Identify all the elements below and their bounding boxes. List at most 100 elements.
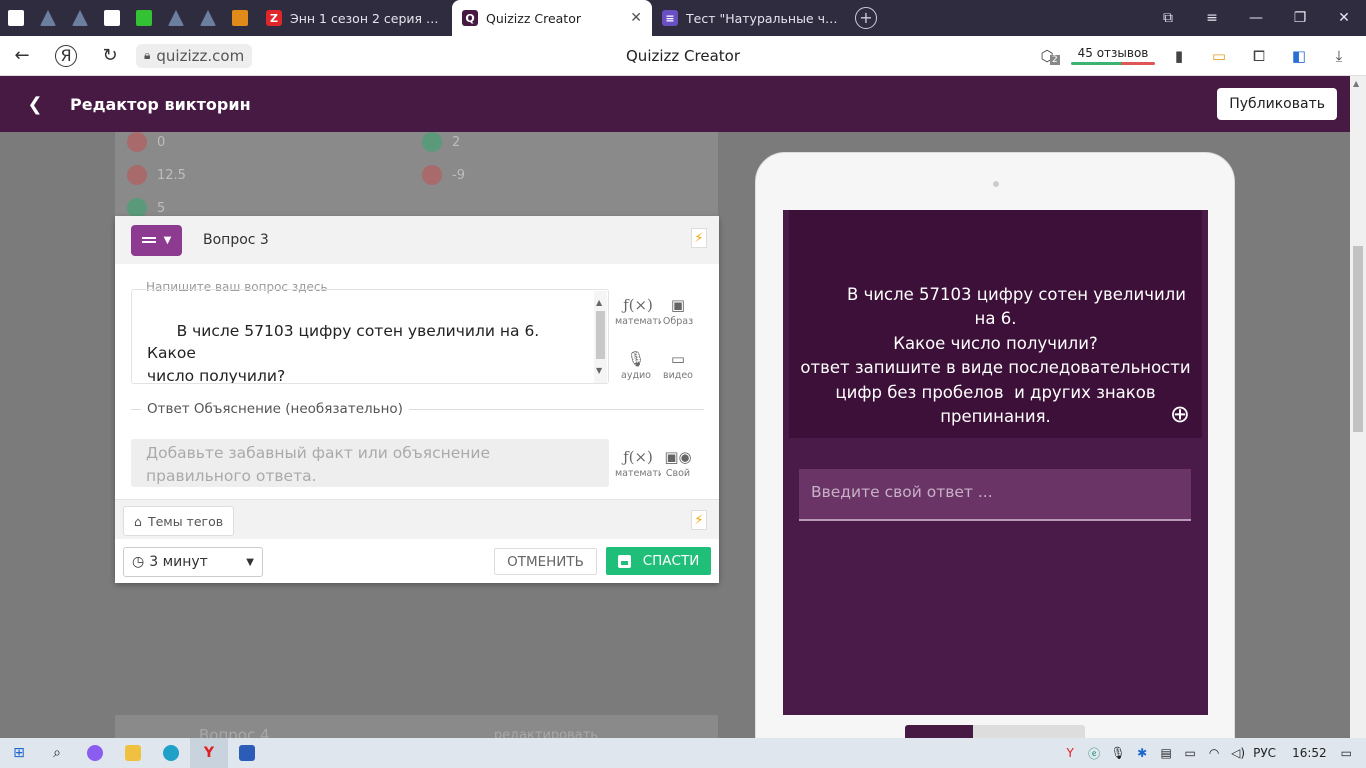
- scroll-up-icon[interactable]: ▲: [1353, 79, 1359, 88]
- edge-icon[interactable]: [152, 738, 190, 768]
- pinned-tab[interactable]: [160, 0, 192, 36]
- wifi-icon[interactable]: ◠: [1205, 746, 1223, 760]
- wrong-dot-icon: [127, 165, 147, 185]
- restore-icon[interactable]: ❐: [1278, 0, 1322, 36]
- close-window-icon[interactable]: ✕: [1322, 0, 1366, 36]
- alice-icon[interactable]: [76, 738, 114, 768]
- tool-label: видео: [663, 370, 693, 381]
- preview-toggle[interactable]: [905, 725, 1085, 738]
- tool-label: Свой: [665, 468, 691, 479]
- answer-option-text: 2: [452, 134, 461, 150]
- tab-test[interactable]: ≡ Тест "Натуральные числа: [652, 0, 848, 36]
- download-icon[interactable]: ⤓: [1322, 47, 1356, 65]
- question-input[interactable]: В числе 57103 цифру сотен увеличили на 6…: [131, 289, 609, 384]
- pinned-tab[interactable]: [128, 0, 160, 36]
- tab-quizizz[interactable]: Q Quizizz Creator ✕: [452, 0, 652, 36]
- bluetooth-icon[interactable]: ✱: [1133, 746, 1151, 760]
- camera-dot: [993, 181, 999, 187]
- question-number: Вопрос 3: [203, 232, 269, 248]
- quizizz-icon: Q: [462, 10, 478, 26]
- pinned-tab[interactable]: [192, 0, 224, 36]
- address-bar: ← Я ↻ 🔒︎ quizizz.com Quizizz Creator ⬡ 2 …: [0, 36, 1366, 76]
- cancel-button[interactable]: ОТМЕНИТЬ: [494, 548, 597, 575]
- page-scrollbar[interactable]: ▲: [1350, 76, 1366, 738]
- bookmark-icon[interactable]: ▮: [1162, 47, 1196, 65]
- minimize-icon[interactable]: —: [1234, 0, 1278, 36]
- battery-icon[interactable]: ▭: [1202, 47, 1236, 65]
- publish-button[interactable]: Публиковать: [1217, 88, 1337, 120]
- page-icon: [104, 10, 120, 26]
- tags-button[interactable]: ⌂ Темы тегов: [123, 506, 235, 536]
- puzzle-icon: [136, 10, 152, 26]
- url-field[interactable]: 🔒︎ quizizz.com: [136, 43, 253, 68]
- explanation-media-button[interactable]: ▣◉ Свой: [655, 446, 701, 479]
- pinned-tab[interactable]: [224, 0, 256, 36]
- edit-link: редактировать: [493, 727, 598, 739]
- tab-anne[interactable]: Z Энн 1 сезон 2 серия смотр: [256, 0, 452, 36]
- language-indicator[interactable]: РУС: [1253, 746, 1276, 760]
- search-icon[interactable]: ⌕: [38, 738, 76, 768]
- timer-value: 3 минут: [149, 554, 208, 570]
- scroll-thumb[interactable]: [596, 311, 605, 359]
- reload-icon[interactable]: ↻: [88, 45, 132, 66]
- video-tool-button[interactable]: ▭ видео: [655, 348, 701, 381]
- image-tool-button[interactable]: ▣ Образ: [655, 294, 701, 327]
- windows-start-icon[interactable]: ⊞: [0, 738, 38, 768]
- image-audio-icon: ▣◉: [664, 448, 692, 466]
- preview-question: В числе 57103 цифру сотен увеличили на 6…: [789, 210, 1202, 438]
- save-button[interactable]: СПАСТИ: [606, 547, 711, 575]
- extension-icon[interactable]: ◧: [1282, 47, 1316, 65]
- collections-icon[interactable]: ⧠: [1242, 47, 1276, 65]
- protect-icon[interactable]: ⬡ 2: [1030, 47, 1064, 65]
- explorer-icon[interactable]: [114, 738, 152, 768]
- yandex-icon[interactable]: Я: [55, 44, 77, 67]
- chevron-left-icon[interactable]: ❮: [0, 94, 70, 115]
- tags-label: Темы тегов: [147, 513, 224, 529]
- volume-icon[interactable]: ◁): [1229, 746, 1247, 760]
- notifications-icon[interactable]: ▭: [1341, 746, 1352, 760]
- notes-icon[interactable]: ▤: [1157, 746, 1175, 760]
- pinned-tab[interactable]: [0, 0, 32, 36]
- menu-icon[interactable]: ≡: [1190, 0, 1234, 36]
- yandex-tray-icon[interactable]: Y: [1061, 746, 1079, 760]
- pinned-tab[interactable]: [64, 0, 96, 36]
- explanation-input[interactable]: Добавьте забавный факт или объяснение пр…: [131, 439, 609, 487]
- timer-select[interactable]: ◷ 3 минут ▼: [123, 547, 263, 577]
- reviews-widget[interactable]: 45 отзывов: [1070, 46, 1156, 65]
- lock-icon: 🔒︎: [144, 48, 151, 62]
- tool-label: Образ: [662, 316, 694, 327]
- answer-option: 0: [127, 132, 165, 152]
- clock-icon: ◷: [132, 554, 145, 570]
- back-arrow-icon[interactable]: ←: [0, 45, 44, 66]
- divider-line: [408, 408, 704, 410]
- yandex-browser-icon[interactable]: Y: [190, 738, 228, 768]
- plus-icon: +: [855, 7, 877, 29]
- question-type-button[interactable]: ▼: [131, 224, 182, 256]
- tool-label: аудио: [621, 370, 651, 381]
- battery-icon[interactable]: ▭: [1181, 746, 1199, 760]
- clock[interactable]: 16:52: [1292, 746, 1327, 760]
- scroll-down-icon[interactable]: ▼: [596, 360, 602, 383]
- microphone-icon[interactable]: 🎙︎: [1109, 746, 1127, 760]
- preview-answer-input[interactable]: Введите свой ответ ...: [799, 469, 1191, 521]
- tabs-icon[interactable]: ⧉: [1146, 0, 1190, 36]
- floppy-disk-icon: [617, 554, 631, 568]
- lightning-icon[interactable]: ⚡︎: [691, 228, 707, 248]
- audio-tool-button[interactable]: 🎙︎ аудио: [613, 348, 659, 381]
- new-tab-button[interactable]: +: [848, 0, 884, 36]
- question-scrollbar[interactable]: ▲ ▼: [594, 291, 607, 383]
- preview-toggle-active: [905, 725, 973, 738]
- in-icon: [232, 10, 248, 26]
- pinned-tab[interactable]: [96, 0, 128, 36]
- image-icon: ▣: [670, 296, 686, 314]
- word-icon[interactable]: [228, 738, 266, 768]
- close-icon[interactable]: ✕: [630, 10, 642, 26]
- word-square: [239, 745, 255, 761]
- zoom-in-icon[interactable]: ⊕: [1170, 401, 1190, 427]
- window-controls: ⧉ ≡ — ❐ ✕: [1146, 0, 1366, 36]
- pinned-tab[interactable]: [32, 0, 64, 36]
- answer-option: 5: [127, 198, 165, 218]
- lightning-icon[interactable]: ⚡︎: [691, 510, 707, 530]
- scroll-thumb[interactable]: [1353, 246, 1363, 432]
- e-tray-icon[interactable]: ⓔ: [1085, 745, 1103, 762]
